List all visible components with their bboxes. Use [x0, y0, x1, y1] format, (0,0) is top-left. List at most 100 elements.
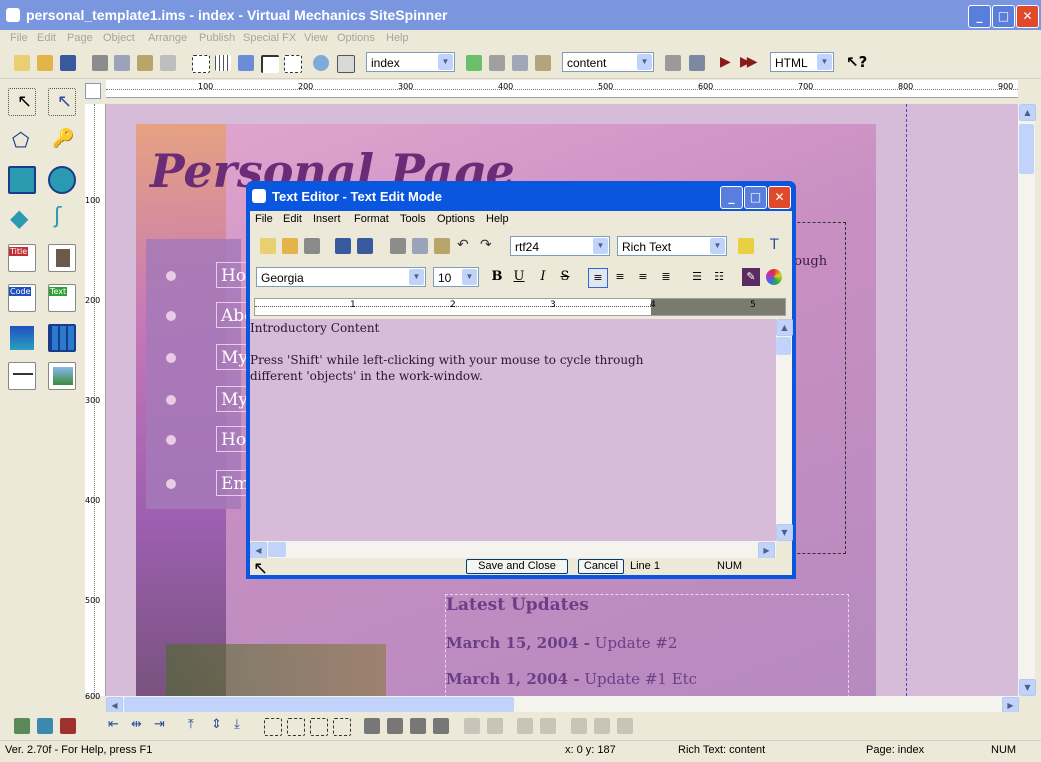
editor-save-all-icon[interactable]: [357, 238, 373, 254]
send-backward-icon[interactable]: [410, 718, 426, 734]
size-combo[interactable]: 10 ▼: [433, 267, 479, 287]
align-grid-icon[interactable]: [284, 55, 302, 73]
layer-tools-icon[interactable]: [689, 55, 705, 71]
guides-icon[interactable]: [261, 55, 279, 73]
text-color-icon[interactable]: ✎: [742, 268, 760, 286]
text-properties-icon[interactable]: T: [770, 237, 779, 253]
menu-options[interactable]: Options: [337, 32, 375, 44]
properties-icon[interactable]: [37, 718, 53, 734]
italic-button[interactable]: I: [534, 268, 552, 286]
editor-horizontal-scrollbar[interactable]: ◀ ▶: [250, 541, 776, 559]
add-page-icon[interactable]: [466, 55, 482, 71]
send-back-icon[interactable]: [433, 718, 449, 734]
align-top-icon[interactable]: ⤒: [188, 717, 194, 732]
node-edit-tool-icon[interactable]: ⬠: [8, 126, 36, 154]
bring-forward-icon[interactable]: [387, 718, 403, 734]
grid-icon[interactable]: [215, 55, 231, 71]
editor-menu-format[interactable]: Format: [354, 213, 389, 225]
canvas-horizontal-scrollbar[interactable]: ◀ ▶: [106, 696, 1019, 714]
scroll-right-icon[interactable]: ▶: [758, 542, 775, 559]
cut-icon[interactable]: [92, 55, 108, 71]
editor-print-icon[interactable]: [304, 238, 320, 254]
ruler-corner[interactable]: [85, 83, 101, 99]
align-bottom-icon[interactable]: ⤓: [234, 717, 240, 732]
canvas-vertical-scrollbar[interactable]: ▲ ▼: [1018, 104, 1036, 696]
effects-icon[interactable]: [60, 718, 76, 734]
align-right-button[interactable]: ≡: [634, 268, 652, 286]
editor-menu-edit[interactable]: Edit: [283, 213, 302, 225]
align-right-icon[interactable]: ⇥: [154, 717, 165, 732]
align-middle-icon[interactable]: ⇕: [211, 717, 222, 732]
dialog-minimize-button[interactable]: _: [720, 186, 743, 209]
menu-view[interactable]: View: [304, 32, 328, 44]
select-tool-icon[interactable]: ↖: [8, 88, 36, 116]
scroll-left-icon[interactable]: ◀: [250, 542, 267, 559]
editor-new-icon[interactable]: [260, 238, 276, 254]
form-tool-icon[interactable]: [8, 362, 36, 390]
table-tool-icon[interactable]: [48, 324, 76, 352]
highlight-icon[interactable]: [738, 238, 754, 254]
bring-front-icon[interactable]: [364, 718, 380, 734]
size-height-icon[interactable]: [287, 718, 305, 736]
bold-button[interactable]: B: [488, 268, 506, 286]
page-settings-icon[interactable]: [489, 55, 505, 71]
title-tool-icon[interactable]: Title: [8, 244, 36, 272]
menu-special-fx[interactable]: Special FX: [243, 32, 296, 44]
editor-cut-icon[interactable]: [390, 238, 406, 254]
editor-save-icon[interactable]: [335, 238, 351, 254]
image-tool-icon[interactable]: [48, 244, 76, 272]
dialog-maximize-button[interactable]: □: [744, 186, 767, 209]
align-center-button[interactable]: ≡: [611, 268, 629, 286]
polygon-tool-icon[interactable]: ◆: [8, 204, 36, 232]
copy-icon[interactable]: [114, 55, 130, 71]
preview-icon[interactable]: [337, 55, 355, 73]
ellipse-tool-icon[interactable]: [48, 166, 76, 194]
layers-icon[interactable]: [14, 718, 30, 734]
eyedropper-tool-icon[interactable]: 🔑: [48, 126, 76, 154]
mode-combo[interactable]: Rich Text ▼: [617, 236, 727, 256]
size-both-icon[interactable]: [310, 718, 328, 736]
editor-menu-tools[interactable]: Tools: [400, 213, 426, 225]
align-left-icon[interactable]: ⇤: [108, 717, 119, 732]
redo-icon[interactable]: ↷: [480, 237, 492, 253]
direct-select-tool-icon[interactable]: ↖: [48, 88, 76, 116]
save-and-close-button[interactable]: Save and Close: [466, 559, 568, 574]
code-tool-icon[interactable]: Code: [8, 284, 36, 312]
zoom-icon[interactable]: [313, 55, 329, 71]
open-icon[interactable]: [37, 55, 53, 71]
numbered-list-button[interactable]: ☷: [710, 268, 728, 286]
fast-forward-icon[interactable]: ▶▶: [740, 54, 757, 70]
align-left-button[interactable]: ≡: [588, 268, 608, 288]
size-width-icon[interactable]: [264, 718, 282, 736]
picture-tool-icon[interactable]: [48, 362, 76, 390]
editor-menu-file[interactable]: File: [255, 213, 273, 225]
dialog-close-button[interactable]: ✕: [768, 186, 791, 209]
strikethrough-button[interactable]: S: [556, 268, 574, 286]
font-combo[interactable]: Georgia ▼: [256, 267, 426, 287]
align-center-icon[interactable]: ⇹: [131, 717, 142, 732]
layer-settings-icon[interactable]: [665, 55, 681, 71]
close-button[interactable]: ✕: [1016, 5, 1039, 28]
editor-copy-icon[interactable]: [412, 238, 428, 254]
paste-icon[interactable]: [137, 55, 153, 71]
menu-page[interactable]: Page: [67, 32, 93, 44]
scroll-down-icon[interactable]: ▼: [776, 524, 793, 541]
editor-paste-icon[interactable]: [434, 238, 450, 254]
menu-publish[interactable]: Publish: [199, 32, 235, 44]
menu-edit[interactable]: Edit: [37, 32, 56, 44]
menu-file[interactable]: File: [10, 32, 28, 44]
style-combo[interactable]: rtf24 ▼: [510, 236, 610, 256]
menu-object[interactable]: Object: [103, 32, 135, 44]
bullet-list-button[interactable]: ☰: [688, 268, 706, 286]
snap-icon[interactable]: [238, 55, 254, 71]
scroll-thumb[interactable]: [776, 337, 791, 355]
space-icon[interactable]: [333, 718, 351, 736]
color-palette-icon[interactable]: [766, 269, 782, 285]
minimize-button[interactable]: _: [968, 5, 991, 28]
layer-combo[interactable]: content ▼: [562, 52, 654, 72]
scroll-up-icon[interactable]: ▲: [776, 319, 793, 336]
context-help-icon[interactable]: ↖?: [846, 53, 867, 71]
editor-menu-options[interactable]: Options: [437, 213, 475, 225]
page-copy-icon[interactable]: [512, 55, 528, 71]
undo-icon[interactable]: ↶: [457, 237, 469, 253]
